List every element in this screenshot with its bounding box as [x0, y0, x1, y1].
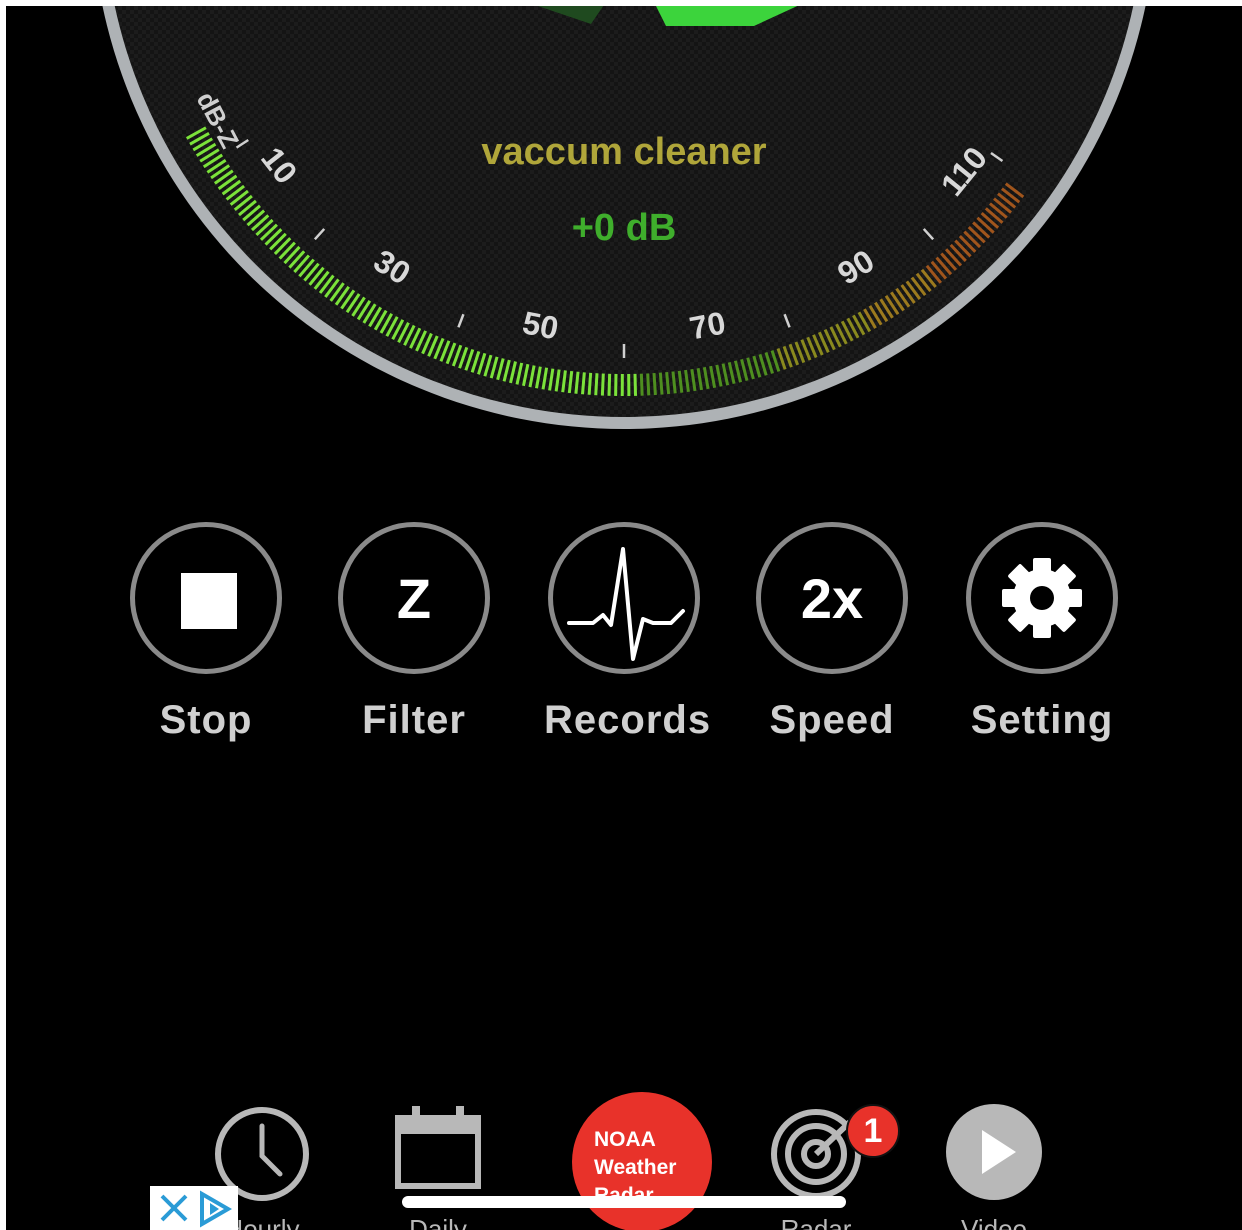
scale-tick: [574, 371, 580, 394]
stop-button[interactable]: Stop: [126, 522, 286, 743]
play-icon: [946, 1104, 1042, 1200]
sound-meter-dial: 103050 7090110 dB-Z vaccum cleaner +0 dB: [102, 6, 1146, 429]
tab-daily-label: Daily: [409, 1214, 467, 1230]
calibration-offset: +0 dB: [572, 207, 677, 249]
noaa-line2: Weather: [594, 1156, 677, 1179]
tab-daily[interactable]: Daily: [368, 1096, 508, 1230]
radar-notification-badge: 1: [846, 1104, 900, 1158]
stop-icon: [181, 573, 237, 629]
scale-tick: [646, 373, 651, 396]
filter-button-ring[interactable]: Z: [338, 522, 490, 674]
app-screen: 10 30 50 70 90 110 dB-Z vaccum cleaner +0 dB …: [6, 6, 1242, 1230]
tab-radar-label: Radar: [780, 1214, 852, 1230]
tab-video[interactable]: Video: [924, 1096, 1064, 1230]
filter-label: Filter: [362, 698, 466, 742]
ad-close-icon: [160, 1190, 233, 1228]
records-label: Records: [544, 698, 712, 742]
scale-tick: [587, 372, 593, 395]
records-button[interactable]: Records: [544, 522, 712, 743]
scale-tick: [594, 373, 599, 396]
setting-button[interactable]: Setting: [962, 522, 1122, 743]
scale-tick: [665, 371, 671, 395]
records-button-ring[interactable]: [548, 522, 700, 674]
stop-label: Stop: [159, 698, 253, 742]
noaa-weather-radar-button[interactable]: NOAA Weather Radar: [572, 1092, 712, 1230]
setting-button-ring[interactable]: [966, 522, 1118, 674]
scale-tick: [633, 373, 638, 396]
gear-icon: [1002, 558, 1082, 638]
speed-icon: 2x: [800, 567, 864, 630]
calendar-icon: [395, 1106, 481, 1189]
setting-label: Setting: [970, 698, 1114, 742]
scale-tick: [639, 373, 644, 396]
speed-button[interactable]: 2x Speed: [752, 522, 912, 743]
noise-source-label: vaccum cleaner: [481, 131, 766, 173]
scale-tick: [658, 372, 664, 395]
scale-tick: [581, 372, 586, 395]
scale-tick: [607, 373, 612, 396]
filter-icon: Z: [396, 567, 432, 630]
scale-label-70: 70: [687, 304, 729, 346]
home-indicator[interactable]: [402, 1196, 846, 1208]
filter-button[interactable]: Z Filter: [334, 522, 494, 743]
stop-button-ring[interactable]: [130, 522, 282, 674]
waveform-icon: [567, 547, 685, 661]
ad-choices-icon[interactable]: [150, 1186, 238, 1230]
noaa-line1: NOAA: [594, 1128, 656, 1151]
speed-label: Speed: [769, 698, 895, 742]
scale-label-50: 50: [520, 304, 562, 346]
scale-tick: [600, 373, 605, 396]
speed-button-ring[interactable]: 2x: [756, 522, 908, 674]
tab-video-label: Video: [960, 1214, 1028, 1230]
scale-tick: [652, 372, 657, 396]
